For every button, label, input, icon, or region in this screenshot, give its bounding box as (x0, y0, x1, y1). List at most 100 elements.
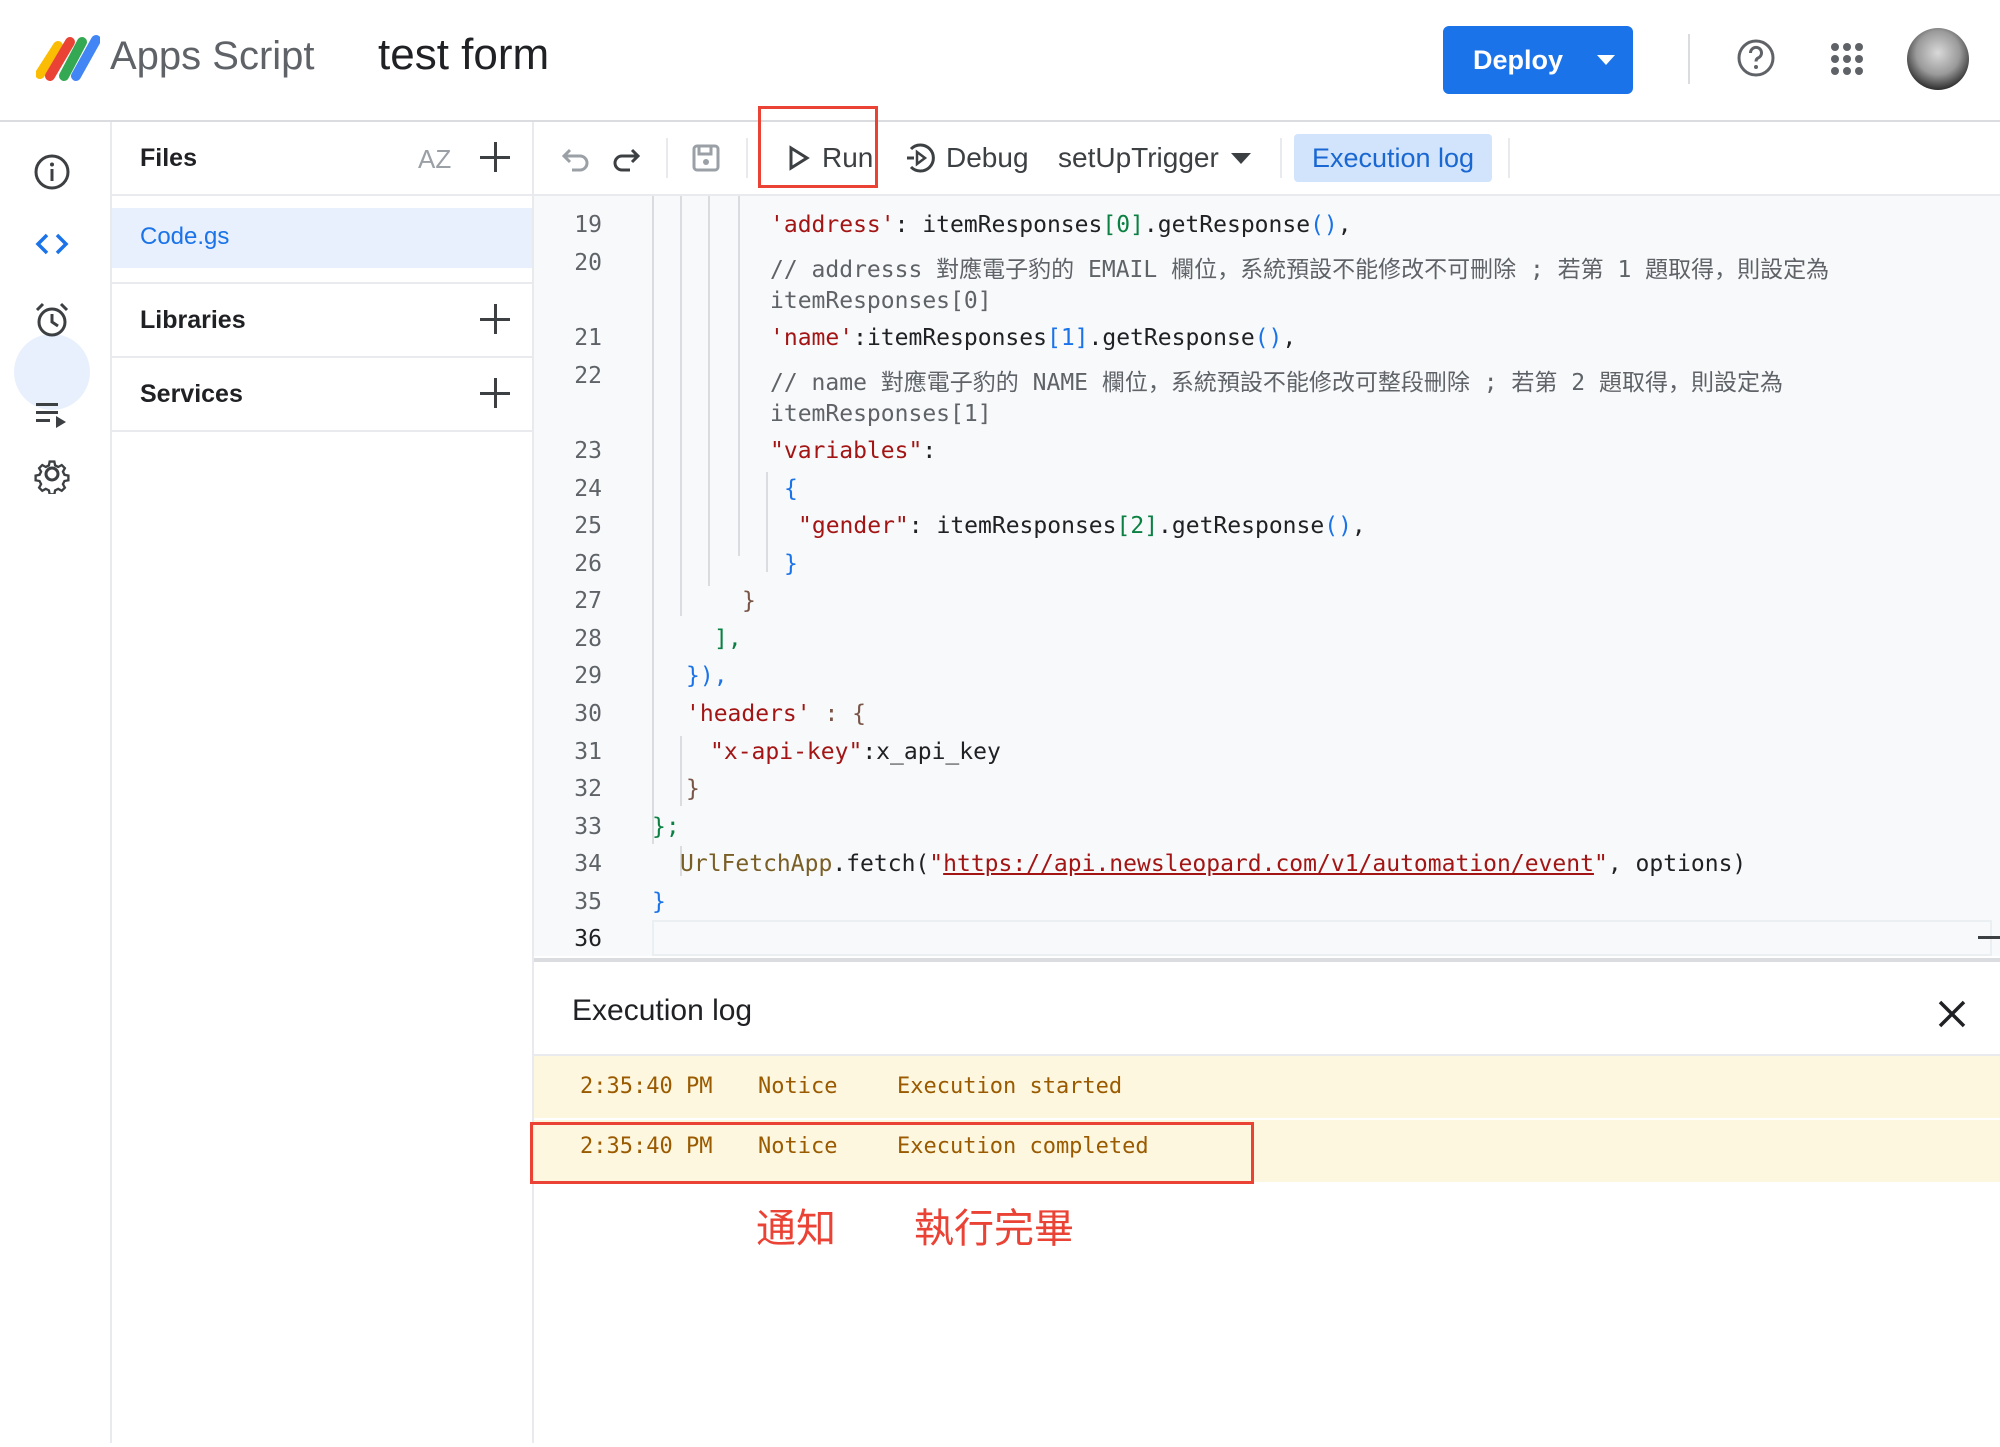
execution-log-title: Execution log (572, 994, 753, 1027)
code-icon (35, 233, 69, 255)
code-token: () (1310, 212, 1338, 238)
file-item-code-gs[interactable]: Code.gs (112, 208, 532, 268)
avatar[interactable] (1907, 28, 1969, 90)
save-icon[interactable] (690, 142, 722, 174)
log-row: 2:35:40 PM Notice Execution started (534, 1056, 2000, 1118)
indent-guide (680, 196, 682, 616)
code-token: [0] (1102, 212, 1144, 238)
debug-button[interactable]: Debug (904, 136, 1029, 180)
line-number: 33 (574, 814, 602, 840)
code-token: , (1337, 212, 1352, 238)
code-line-34: UrlFetchApp.fetch("https://api.newsleopa… (680, 851, 1746, 877)
line-number: 30 (574, 701, 602, 727)
apps-script-logo-icon[interactable] (36, 30, 100, 86)
project-settings-button[interactable] (28, 450, 76, 498)
code-line-24: { (784, 476, 798, 502)
add-file-icon[interactable] (478, 140, 512, 174)
line-number: 35 (574, 889, 602, 915)
code-token: , (1351, 513, 1366, 539)
add-library-icon[interactable] (478, 302, 512, 336)
code-line-28: ], (714, 626, 742, 652)
code-token: :itemResponses (853, 325, 1047, 351)
code-token: .fetch( (832, 851, 930, 877)
app-name[interactable]: Apps Script (110, 34, 315, 79)
code-token: "gender" (798, 513, 909, 539)
line-number: 20 (574, 250, 602, 276)
code-token: "variables" (770, 438, 923, 464)
add-service-icon[interactable] (478, 376, 512, 410)
debug-label: Debug (946, 142, 1029, 173)
code-line-22-wrap: itemResponses[1] (770, 401, 992, 427)
alarm-icon (35, 302, 69, 337)
code-line-21: 'name':itemResponses[1].getResponse(), (770, 325, 1296, 351)
indent-guide (680, 736, 682, 806)
project-title[interactable]: test form (378, 30, 549, 80)
google-apps-icon[interactable] (1830, 42, 1864, 76)
triggers-button[interactable] (28, 296, 76, 344)
code-line-27: } (742, 588, 756, 614)
editor-button[interactable] (28, 220, 76, 268)
code-token: " (929, 851, 944, 877)
code-token: : (922, 438, 937, 464)
code-line-22: // name 對應電子豹的 NAME 欄位，系統預設不能修改可整段刪除 ; 若… (770, 370, 1783, 396)
execution-log-panel: Execution log 2:35:40 PM Notice Executio… (534, 958, 2000, 1447)
line-number: 34 (574, 851, 602, 877)
file-name: Code.gs (140, 223, 230, 250)
debug-icon (907, 143, 935, 173)
toolbar-divider (1508, 138, 1510, 178)
code-link[interactable]: https://api.newsleopard.com/v1/automatio… (943, 851, 1594, 877)
line-number: 25 (574, 513, 602, 539)
line-number: 24 (574, 476, 602, 502)
code-token: [2] (1116, 513, 1159, 539)
annotation-notice: 通知 (756, 1206, 836, 1252)
scrollbar-marker[interactable] (1978, 936, 2000, 939)
execution-log-button[interactable]: Execution log (1294, 134, 1492, 182)
header-divider (1688, 34, 1690, 84)
left-nav-rail (0, 122, 112, 1443)
code-line-20: // addresss 對應電子豹的 EMAIL 欄位，系統預設不能修改不可刪除… (770, 257, 1830, 283)
settings-icon (34, 460, 70, 494)
code-token: 'address' (770, 212, 895, 238)
code-line-23: "variables": (770, 438, 936, 464)
annotation-completed: 執行完畢 (914, 1206, 1074, 1252)
indent-guide (652, 196, 654, 844)
code-token: : itemResponses (908, 513, 1117, 539)
code-token: () (1324, 513, 1352, 539)
line-number: 36 (574, 926, 602, 952)
indent-guide (738, 196, 740, 556)
line-number: 27 (574, 588, 602, 614)
undo-icon[interactable] (560, 142, 592, 174)
toolbar-divider (746, 138, 748, 178)
indent-guide (708, 196, 710, 586)
function-select-value: setUpTrigger (1058, 142, 1219, 173)
code-line-20-wrap: itemResponses[0] (770, 288, 992, 314)
toolbar-divider (666, 138, 668, 178)
deploy-button[interactable]: Deploy (1443, 26, 1633, 94)
help-icon[interactable] (1736, 38, 1776, 78)
overview-button[interactable] (28, 148, 76, 196)
line-number: 31 (574, 739, 602, 765)
code-token: () (1254, 325, 1283, 351)
execution-log-label: Execution log (1311, 142, 1475, 173)
divider (112, 356, 532, 358)
code-token: .getResponse (1143, 212, 1311, 238)
code-token: 'headers' (686, 701, 811, 727)
code-editor[interactable]: 19 20 21 22 23 24 25 26 27 28 29 30 31 3… (534, 196, 2000, 956)
line-number: 28 (574, 626, 602, 652)
log-message: Execution started (897, 1074, 1123, 1099)
code-token: .getResponse (1158, 513, 1325, 539)
current-line-highlight (652, 920, 1992, 956)
code-token: , options) (1607, 851, 1747, 877)
function-select[interactable]: setUpTrigger (1058, 136, 1251, 180)
code-line-26: } (784, 551, 798, 577)
redo-icon[interactable] (610, 142, 642, 174)
divider (112, 282, 532, 284)
divider (112, 194, 532, 196)
executions-button[interactable] (28, 390, 76, 438)
sort-az-icon[interactable]: AZ (418, 144, 451, 175)
close-icon[interactable] (1934, 996, 1970, 1032)
line-number: 26 (574, 551, 602, 577)
code-token: : { (810, 701, 867, 727)
code-token: .getResponse (1088, 325, 1255, 351)
code-line-35: } (652, 889, 666, 915)
